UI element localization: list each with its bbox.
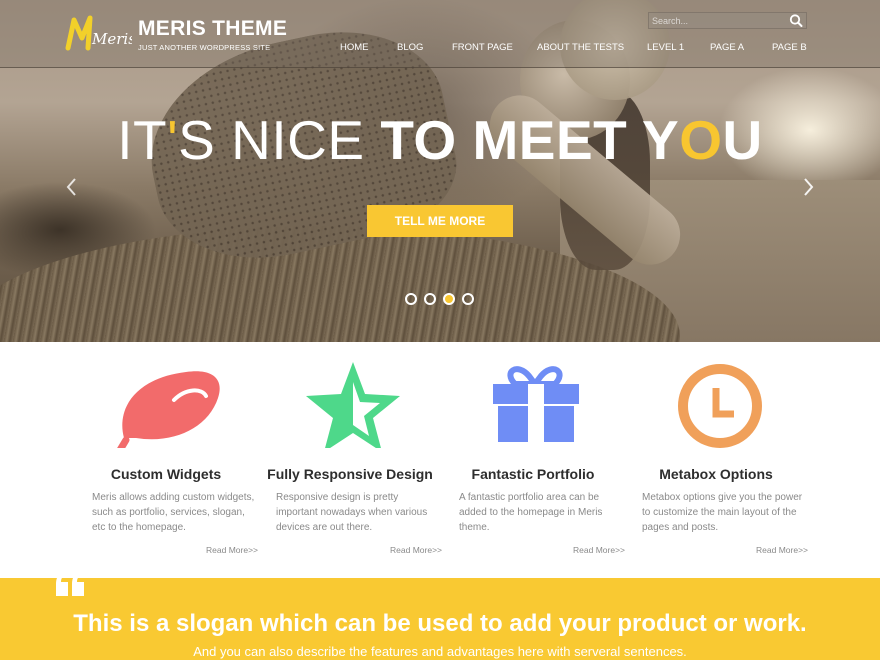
feature-description: A fantastic portfolio area can be added … bbox=[459, 492, 603, 533]
feature-custom-widgets: Custom Widgets Meris allows adding custo… bbox=[74, 342, 258, 578]
slogan-subtitle: And you can also describe the features a… bbox=[193, 644, 687, 659]
slider-pagination bbox=[405, 293, 485, 305]
star-icon bbox=[306, 362, 400, 448]
feature-title: Fully Responsive Design bbox=[267, 466, 433, 482]
read-more-link[interactable]: Read More>> bbox=[573, 545, 625, 555]
feature-description: Meris allows adding custom widgets, such… bbox=[92, 492, 255, 533]
tell-me-more-button[interactable]: TELL ME MORE bbox=[367, 205, 513, 237]
headline-accent-apostrophe: ' bbox=[167, 109, 179, 171]
clock-icon bbox=[678, 364, 762, 448]
headline-bold-1: TO MEET Y bbox=[380, 109, 680, 171]
headline-accent-o: O bbox=[679, 109, 723, 171]
feature-title: Metabox Options bbox=[659, 466, 773, 482]
nav-item-front-page[interactable]: FRONT PAGE bbox=[452, 42, 513, 53]
gift-icon bbox=[493, 366, 579, 442]
slider-dot[interactable] bbox=[424, 293, 436, 305]
search-box bbox=[648, 12, 807, 29]
feature-description: Metabox options give you the power to cu… bbox=[642, 492, 803, 533]
hero-headline: IT'S NICE TO MEET YOU bbox=[0, 108, 880, 172]
search-input[interactable] bbox=[649, 13, 785, 28]
read-more-link[interactable]: Read More>> bbox=[206, 545, 258, 555]
site-title[interactable]: MERIS THEME bbox=[138, 17, 287, 41]
slider-next-arrow-icon[interactable] bbox=[800, 176, 816, 198]
main-nav: HOME BLOG FRONT PAGE ABOUT THE TESTS LEV… bbox=[0, 42, 880, 56]
hero-slider: Meris MERIS THEME JUST ANOTHER WORDPRESS… bbox=[0, 0, 880, 342]
feature-title: Fantastic Portfolio bbox=[471, 466, 595, 482]
quote-icon bbox=[56, 578, 84, 596]
features-section: Custom Widgets Meris allows adding custo… bbox=[0, 342, 880, 578]
nav-item-page-b[interactable]: PAGE B bbox=[772, 42, 807, 53]
leaf-icon bbox=[117, 371, 220, 448]
site-header: Meris MERIS THEME JUST ANOTHER WORDPRESS… bbox=[0, 0, 880, 68]
slider-dot[interactable] bbox=[405, 293, 417, 305]
slogan-title: This is a slogan which can be used to ad… bbox=[73, 610, 807, 637]
read-more-link[interactable]: Read More>> bbox=[756, 545, 808, 555]
nav-item-page-a[interactable]: PAGE A bbox=[710, 42, 744, 53]
feature-description: Responsive design is pretty important no… bbox=[276, 492, 428, 533]
feature-fantastic-portfolio: Fantastic Portfolio A fantastic portfoli… bbox=[441, 342, 625, 578]
feature-responsive-design: Fully Responsive Design Responsive desig… bbox=[258, 342, 442, 578]
nav-item-about-the-tests[interactable]: ABOUT THE TESTS bbox=[537, 42, 624, 53]
feature-title: Custom Widgets bbox=[110, 466, 222, 482]
slider-dot[interactable] bbox=[462, 293, 474, 305]
slider-prev-arrow-icon[interactable] bbox=[64, 176, 80, 198]
headline-part-2: S NICE bbox=[178, 109, 381, 171]
nav-item-home[interactable]: HOME bbox=[340, 42, 369, 53]
slider-dot-active[interactable] bbox=[443, 293, 455, 305]
feature-metabox-options: Metabox Options Metabox options give you… bbox=[624, 342, 808, 578]
nav-item-level-1[interactable]: LEVEL 1 bbox=[647, 42, 684, 53]
nav-item-blog[interactable]: BLOG bbox=[397, 42, 423, 53]
headline-bold-2: U bbox=[722, 109, 763, 171]
search-icon[interactable] bbox=[788, 13, 804, 28]
read-more-link[interactable]: Read More>> bbox=[390, 545, 442, 555]
headline-part-1: IT bbox=[117, 109, 168, 171]
slogan-section: This is a slogan which can be used to ad… bbox=[0, 578, 880, 660]
